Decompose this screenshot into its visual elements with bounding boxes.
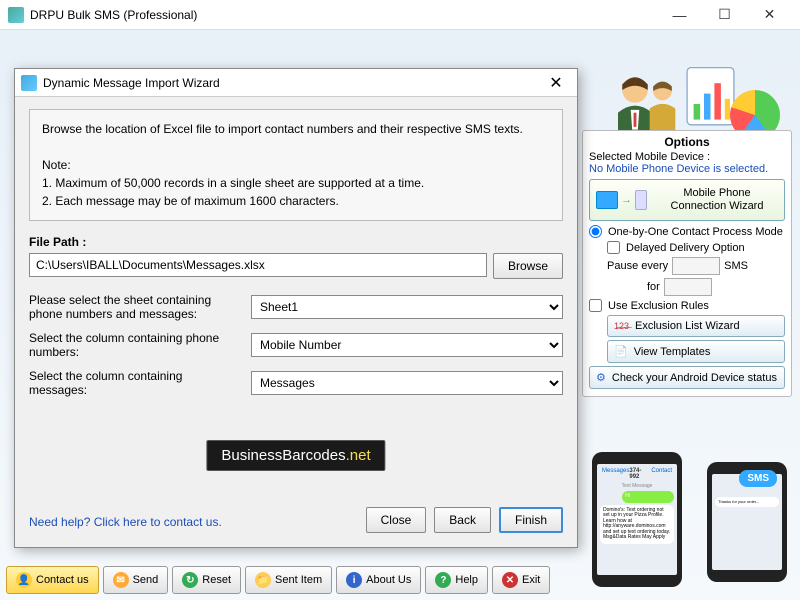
close-button[interactable]: ✕ <box>747 0 792 29</box>
app-icon <box>8 7 24 23</box>
phone-col-select[interactable]: Mobile Number <box>251 333 563 357</box>
selected-device-label: Selected Mobile Device : <box>589 151 785 163</box>
phone-mockup-1: Messages 374-992 Contact Text Message Hi… <box>592 452 682 587</box>
delayed-row[interactable]: Delayed Delivery Option <box>589 241 785 254</box>
help-label: Help <box>455 574 478 586</box>
view-templates-label: View Templates <box>634 346 711 358</box>
sheet-select[interactable]: Sheet1 <box>251 295 563 319</box>
pause-count-input[interactable] <box>672 257 720 275</box>
browse-button[interactable]: Browse <box>493 253 563 279</box>
exclusion-row[interactable]: Use Exclusion Rules <box>589 299 785 312</box>
send-label: Send <box>133 574 159 586</box>
watermark: BusinessBarcodes.net <box>206 440 385 471</box>
no-device-text: No Mobile Phone Device is selected. <box>589 163 785 175</box>
main-area: Options Selected Mobile Device : No Mobi… <box>0 30 800 600</box>
send-button[interactable]: ✉ Send <box>103 566 169 594</box>
import-wizard-dialog: Dynamic Message Import Wizard ✕ Browse t… <box>14 68 578 548</box>
dialog-body: Browse the location of Excel file to imp… <box>15 97 577 547</box>
one-by-one-row[interactable]: One-by-One Contact Process Mode <box>589 225 785 238</box>
pause-row: Pause every SMS <box>589 257 785 275</box>
help-icon: ? <box>435 572 451 588</box>
connection-icon: → <box>596 186 650 214</box>
one-by-one-radio[interactable] <box>589 225 602 238</box>
reset-icon: ↻ <box>182 572 198 588</box>
phone-preview: Messages 374-992 Contact Text Message Hi… <box>582 452 792 592</box>
file-path-label: File Path : <box>29 235 563 249</box>
delayed-label: Delayed Delivery Option <box>626 242 745 254</box>
connection-wizard-button[interactable]: → Mobile PhoneConnection Wizard <box>589 179 785 221</box>
connection-wizard-label: Mobile PhoneConnection Wizard <box>656 187 778 213</box>
reset-button[interactable]: ↻ Reset <box>172 566 241 594</box>
sent-item-label: Sent Item <box>275 574 322 586</box>
close-dialog-button[interactable]: Close <box>366 507 427 533</box>
exclusion-checkbox[interactable] <box>589 299 602 312</box>
sms-badge: SMS <box>739 470 777 487</box>
for-label: for <box>647 281 660 293</box>
info-icon: i <box>346 572 362 588</box>
help-link[interactable]: Need help? Click here to contact us. <box>29 515 222 529</box>
help-button[interactable]: ? Help <box>425 566 488 594</box>
view-templates-button[interactable]: 📄 View Templates <box>607 340 785 363</box>
exclusion-icon: 1̶2̶3̶ <box>614 321 629 331</box>
exclusion-label: Use Exclusion Rules <box>608 300 709 312</box>
contact-icon: 👤 <box>16 572 32 588</box>
send-icon: ✉ <box>113 572 129 588</box>
exit-label: Exit <box>522 574 540 586</box>
templates-icon: 📄 <box>614 345 628 358</box>
options-header: Options <box>589 135 785 149</box>
phone-col-label: Select the column containing phone numbe… <box>29 331 239 359</box>
msg-col-label: Select the column containing messages: <box>29 369 239 397</box>
dialog-title: Dynamic Message Import Wizard <box>43 76 541 90</box>
exclusion-wizard-label: Exclusion List Wizard <box>635 320 740 332</box>
check-android-label: Check your Android Device status <box>612 372 777 384</box>
minimize-button[interactable]: — <box>657 0 702 29</box>
sent-item-button[interactable]: 📁 Sent Item <box>245 566 332 594</box>
back-button[interactable]: Back <box>434 507 491 533</box>
dialog-close-button[interactable]: ✕ <box>541 73 571 93</box>
gear-icon: ⚙ <box>596 371 606 384</box>
msg-col-select[interactable]: Messages <box>251 371 563 395</box>
note-label: Note: <box>42 156 550 174</box>
instruction-box: Browse the location of Excel file to imp… <box>29 109 563 221</box>
reset-label: Reset <box>202 574 231 586</box>
maximize-button[interactable]: ☐ <box>702 0 747 29</box>
for-row: for <box>589 278 785 296</box>
contact-label: Contact us <box>36 574 89 586</box>
folder-icon: 📁 <box>255 572 271 588</box>
window-title: DRPU Bulk SMS (Professional) <box>30 8 657 22</box>
exclusion-wizard-button[interactable]: 1̶2̶3̶ Exclusion List Wizard <box>607 315 785 337</box>
file-path-input[interactable] <box>29 253 487 277</box>
one-by-one-label: One-by-One Contact Process Mode <box>608 226 783 238</box>
delayed-checkbox[interactable] <box>607 241 620 254</box>
intro-text: Browse the location of Excel file to imp… <box>42 120 550 138</box>
contact-us-button[interactable]: 👤 Contact us <box>6 566 99 594</box>
pause-label: Pause every <box>607 260 668 272</box>
dialog-icon <box>21 75 37 91</box>
main-titlebar: DRPU Bulk SMS (Professional) — ☐ ✕ <box>0 0 800 30</box>
about-label: About Us <box>366 574 411 586</box>
finish-button[interactable]: Finish <box>499 507 563 533</box>
dialog-titlebar: Dynamic Message Import Wizard ✕ <box>15 69 577 97</box>
exit-button[interactable]: ✕ Exit <box>492 566 550 594</box>
sheet-label: Please select the sheet containing phone… <box>29 293 239 321</box>
check-android-button[interactable]: ⚙ Check your Android Device status <box>589 366 785 389</box>
note-2: 2. Each message may be of maximum 1600 c… <box>42 192 550 210</box>
options-panel: Options Selected Mobile Device : No Mobi… <box>582 130 792 397</box>
dialog-actions: Close Back Finish <box>366 507 563 533</box>
exit-icon: ✕ <box>502 572 518 588</box>
bottom-toolbar: 👤 Contact us ✉ Send ↻ Reset 📁 Sent Item … <box>6 566 550 594</box>
sms-suffix: SMS <box>724 260 748 272</box>
note-1: 1. Maximum of 50,000 records in a single… <box>42 174 550 192</box>
about-button[interactable]: i About Us <box>336 566 421 594</box>
pause-for-input[interactable] <box>664 278 712 296</box>
